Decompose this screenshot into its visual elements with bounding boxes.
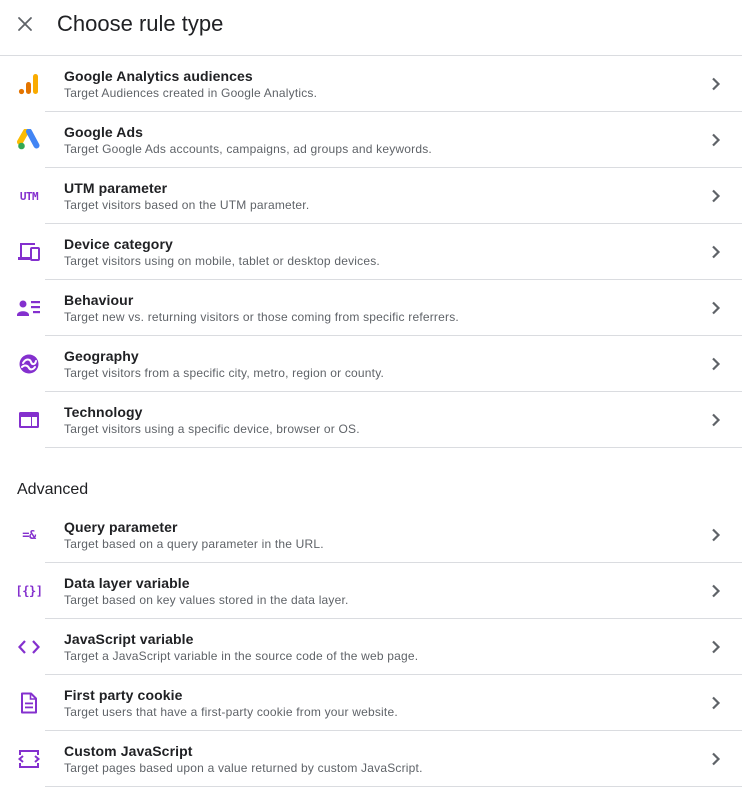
rule-label: Device category <box>64 236 173 252</box>
rule-description: Target users that have a first-party coo… <box>64 705 398 719</box>
rule-label: UTM parameter <box>64 180 168 196</box>
chevron-right-icon <box>705 73 727 95</box>
section-title-advanced: Advanced <box>17 481 89 498</box>
chevron-right-icon <box>705 636 727 658</box>
rule-description: Target a JavaScript variable in the sour… <box>64 649 419 663</box>
divider <box>45 447 742 448</box>
behaviour-icon <box>17 296 41 320</box>
chevron-right-icon <box>705 692 727 714</box>
chevron-right-icon <box>705 185 727 207</box>
data-layer-icon-text: [{}] <box>15 584 43 598</box>
technology-icon <box>17 408 41 432</box>
rule-data-layer-variable[interactable]: [{}] Data layer variable Target based on… <box>0 563 742 619</box>
rule-label: Behaviour <box>64 292 134 308</box>
query-parameter-icon-text: =& <box>22 528 36 542</box>
rule-label: Query parameter <box>64 519 178 535</box>
divider <box>45 786 742 787</box>
rule-label: JavaScript variable <box>64 631 194 647</box>
google-analytics-icon <box>17 72 41 96</box>
close-icon <box>18 17 32 31</box>
rule-description: Target pages based upon a value returned… <box>64 761 423 775</box>
cookie-document-icon <box>17 691 41 715</box>
rule-geography[interactable]: Geography Target visitors from a specifi… <box>0 336 742 392</box>
rule-description: Target Google Ads accounts, campaigns, a… <box>64 142 432 156</box>
rule-utm-parameter[interactable]: UTM UTM parameter Target visitors based … <box>0 168 742 224</box>
rule-description: Target new vs. returning visitors or tho… <box>64 310 459 324</box>
utm-icon: UTM <box>17 184 41 208</box>
chevron-right-icon <box>705 409 727 431</box>
chevron-right-icon <box>705 580 727 602</box>
rule-device-category[interactable]: Device category Target visitors using on… <box>0 224 742 280</box>
chevron-right-icon <box>705 524 727 546</box>
rule-label: Data layer variable <box>64 575 190 591</box>
rule-label: Google Ads <box>64 124 144 140</box>
rule-custom-javascript[interactable]: Custom JavaScript Target pages based upo… <box>0 731 742 787</box>
geography-icon <box>17 352 41 376</box>
rule-label: Custom JavaScript <box>64 743 193 759</box>
rule-behaviour[interactable]: Behaviour Target new vs. returning visit… <box>0 280 742 336</box>
utm-icon-text: UTM <box>19 189 39 203</box>
rule-javascript-variable[interactable]: JavaScript variable Target a JavaScript … <box>0 619 742 675</box>
chevron-right-icon <box>705 297 727 319</box>
chevron-right-icon <box>705 241 727 263</box>
rule-google-ads[interactable]: Google Ads Target Google Ads accounts, c… <box>0 112 742 168</box>
rule-description: Target Audiences created in Google Analy… <box>64 86 318 100</box>
page-title: Choose rule type <box>57 11 224 36</box>
rule-label: Google Analytics audiences <box>64 68 253 84</box>
custom-code-icon <box>17 747 41 771</box>
rule-description: Target visitors based on the UTM paramet… <box>64 198 310 212</box>
rule-description: Target visitors from a specific city, me… <box>64 366 385 380</box>
rule-technology[interactable]: Technology Target visitors using a speci… <box>0 392 742 448</box>
chevron-right-icon <box>705 129 727 151</box>
rule-label: Technology <box>64 404 143 420</box>
rule-description: Target based on key values stored in the… <box>64 593 349 607</box>
close-button[interactable] <box>13 12 37 36</box>
chevron-right-icon <box>705 748 727 770</box>
data-layer-icon: [{}] <box>15 579 43 603</box>
rule-description: Target based on a query parameter in the… <box>64 537 324 551</box>
rule-label: Geography <box>64 348 139 364</box>
rule-query-parameter[interactable]: =& Query parameter Target based on a que… <box>0 507 742 563</box>
rule-label: First party cookie <box>64 687 183 703</box>
chevron-right-icon <box>705 353 727 375</box>
code-icon <box>17 635 41 659</box>
rule-description: Target visitors using a specific device,… <box>64 422 360 436</box>
rule-first-party-cookie[interactable]: First party cookie Target users that hav… <box>0 675 742 731</box>
google-ads-icon <box>17 128 41 152</box>
rule-description: Target visitors using on mobile, tablet … <box>64 254 380 268</box>
devices-icon <box>17 240 41 264</box>
rule-google-analytics-audiences[interactable]: Google Analytics audiences Target Audien… <box>0 56 742 112</box>
dialog-header: Choose rule type <box>0 0 742 56</box>
query-parameter-icon: =& <box>17 523 41 547</box>
